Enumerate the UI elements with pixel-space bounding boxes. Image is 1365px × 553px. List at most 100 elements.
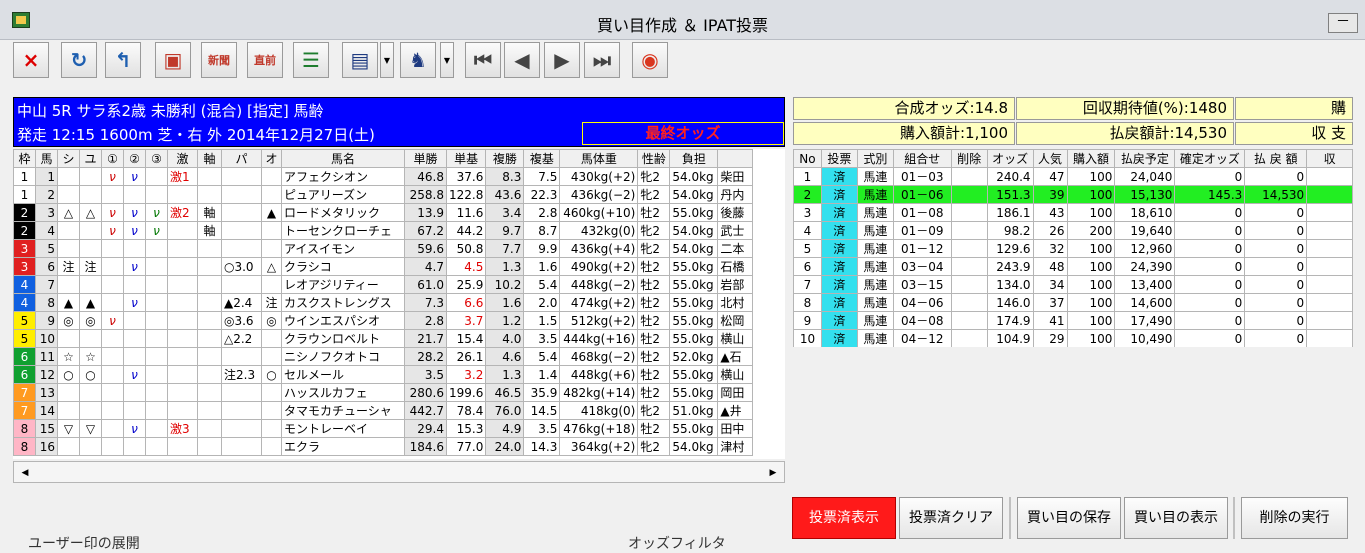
prev-button[interactable]: ◀ xyxy=(504,42,540,78)
refresh-button[interactable]: ↻ xyxy=(61,42,97,78)
expected-return: 回収期待値(%):1480 xyxy=(1016,97,1234,120)
column-header[interactable]: 確定オッズ xyxy=(1174,149,1246,168)
cell: 牡2 xyxy=(637,257,671,276)
column-header[interactable]: 負担 xyxy=(669,149,719,168)
column-header[interactable]: 払 戻 額 xyxy=(1244,149,1308,168)
table-row[interactable]: 8 15 ▽ ▽ ν 激3 モントレーベイ 29.4 15.3 4.9 3.5 476kg(+18) 牡… xyxy=(13,419,754,438)
column-header[interactable]: 馬名 xyxy=(281,149,405,168)
bet-row[interactable]: 3 済馬連 01－08 186.1 43 100 18,610 0 0 xyxy=(793,203,1353,222)
table-row[interactable]: 4 8 ▲ ▲ ν ▲2.4 注カスクストレングス 7.3 6.6 1.6 2.0 474kg(+2)… xyxy=(13,293,754,312)
bet-row[interactable]: 10 済馬連 04－12 104.9 29 100 10,490 0 0 xyxy=(793,329,1353,347)
horse-check-button[interactable]: ♞ xyxy=(400,42,436,78)
document-button[interactable]: ▤ xyxy=(342,42,378,78)
cell: 馬連 xyxy=(856,185,894,204)
table-row[interactable]: 5 9 ◎ ◎ ν ◎3.6 ◎ ウインエスパシオ 2.8 3.7 1.2 1.5 512kg(+2) 牡… xyxy=(13,311,754,330)
column-header[interactable]: 複基 xyxy=(523,149,561,168)
column-header[interactable]: オ xyxy=(261,149,282,168)
column-header[interactable]: 馬 xyxy=(35,149,58,168)
newspaper-button[interactable]: 新聞 xyxy=(201,42,237,78)
close-x-button[interactable]: × xyxy=(13,42,49,78)
table-row[interactable]: 8 16 エクラ 184.6 77.0 24.0 14.3 364kg(+2) 牝2 54.0kg… xyxy=(13,437,754,456)
table-row[interactable]: 3 5 アイスイモン 59.6 50.8 7.7 9.9 436kg(+4) 牝2 54.0kg 二… xyxy=(13,239,754,258)
column-header[interactable]: 式別 xyxy=(856,149,894,168)
cell: 8 xyxy=(13,437,36,456)
horse-logo-button[interactable]: ◉ xyxy=(632,42,668,78)
column-header[interactable]: 複勝 xyxy=(485,149,525,168)
next-button[interactable]: ▶ xyxy=(544,42,580,78)
cell: 54.0kg xyxy=(669,185,719,204)
horizontal-scrollbar[interactable]: ◀ ▶ xyxy=(13,461,785,483)
scroll-right-icon[interactable]: ▶ xyxy=(765,465,781,481)
cell xyxy=(1306,239,1353,258)
cell: 7.5 xyxy=(523,167,561,186)
column-header[interactable]: 投票 xyxy=(820,149,858,168)
screen-button[interactable]: ▣ xyxy=(155,42,191,78)
jikkyou-button[interactable]: 直前 xyxy=(247,42,283,78)
column-header[interactable]: 組合せ xyxy=(892,149,952,168)
column-header[interactable]: 単基 xyxy=(445,149,487,168)
column-header[interactable]: 激 xyxy=(167,149,198,168)
cell: 46.5 xyxy=(485,383,525,402)
numbered-list-button[interactable]: ☰ xyxy=(293,42,329,78)
cell: 104.9 xyxy=(986,329,1034,347)
dropdown-arrow-button[interactable]: ▼ xyxy=(380,42,394,78)
column-header[interactable]: 人気 xyxy=(1032,149,1068,168)
column-header[interactable]: 払戻予定 xyxy=(1114,149,1176,168)
bet-row[interactable]: 4 済馬連 01－09 98.2 26 200 19,640 0 0 xyxy=(793,221,1353,240)
table-row[interactable]: 2 3 △ △ ν ν ν 激2 軸 ▲ ロードメタリック 13.9 11.6 3.4 2.8 460kg(+… xyxy=(13,203,754,222)
column-header[interactable] xyxy=(717,149,754,168)
bet-row[interactable]: 6 済馬連 03－04 243.9 48 100 24,390 0 0 xyxy=(793,257,1353,276)
first-button[interactable]: ⏮ xyxy=(465,42,501,78)
scroll-left-icon[interactable]: ◀ xyxy=(17,465,33,481)
cell xyxy=(221,203,262,222)
table-row[interactable]: 6 12 ○ ○ ν 注2.3 ○ セルメール 3.5 3.2 1.3 1.4 448kg(+6) 牡2 5… xyxy=(13,365,754,384)
column-header[interactable]: No xyxy=(793,149,822,168)
bet-row[interactable]: 7 済馬連 03－15 134.0 34 100 13,400 0 0 xyxy=(793,275,1353,294)
bet-row[interactable]: 9 済馬連 04－08 174.9 41 100 17,490 0 0 xyxy=(793,311,1353,330)
voted-clear-button[interactable]: 投票済クリア xyxy=(899,497,1003,539)
table-row[interactable]: 1 1 ν ν 激1 アフェクシオン 46.8 37.6 8.3 7.5 430kg(+2) 牝2 54… xyxy=(13,167,754,186)
table-row[interactable]: 4 7 レオアジリティー 61.0 25.9 10.2 5.4 448kg(−2) 牡2 55.0… xyxy=(13,275,754,294)
column-header[interactable]: 単勝 xyxy=(404,149,447,168)
table-row[interactable]: 2 4 ν ν ν 軸トーセンクローチェ 67.2 44.2 9.7 8.7 432kg(0) 牝2 5… xyxy=(13,221,754,240)
bet-row[interactable]: 2 済馬連 01－06 151.3 39 100 15,130 145.3 14,530 xyxy=(793,185,1353,204)
column-header[interactable]: オッズ xyxy=(986,149,1034,168)
bet-row[interactable]: 1 済馬連 01－03 240.4 47 100 24,040 0 0 xyxy=(793,167,1353,186)
dropdown-arrow-button[interactable]: ▼ xyxy=(440,42,454,78)
save-bets-button[interactable]: 買い目の保存 xyxy=(1017,497,1121,539)
column-header[interactable]: 削除 xyxy=(950,149,988,168)
column-header[interactable]: ユ xyxy=(79,149,102,168)
cell: ▲ xyxy=(57,293,80,312)
last-button[interactable]: ⏭ xyxy=(584,42,620,78)
horse-name: ハッスルカフェ xyxy=(281,383,405,402)
column-header[interactable]: 購入額 xyxy=(1066,149,1116,168)
voted-show-button[interactable]: 投票済表示 xyxy=(792,497,896,539)
table-row[interactable]: 6 11 ☆ ☆ ニシノフクオトコ 28.2 26.1 4.6 5.4 468kg(−2) 牡2 52… xyxy=(13,347,754,366)
column-header[interactable]: 枠 xyxy=(13,149,36,168)
bet-row[interactable]: 8 済馬連 04－06 146.0 37 100 14,600 0 0 xyxy=(793,293,1353,312)
cell: ν xyxy=(101,311,124,330)
column-header[interactable]: ② xyxy=(123,149,146,168)
execute-delete-button[interactable]: 削除の実行 xyxy=(1241,497,1348,539)
table-row[interactable]: 5 10 △2.2 クラウンロベルト 21.7 15.4 4.0 3.5 444kg(+16) 牡… xyxy=(13,329,754,348)
cell xyxy=(221,185,262,204)
column-header[interactable]: 収 xyxy=(1306,149,1353,168)
table-row[interactable]: 7 13 ハッスルカフェ 280.6 199.6 46.5 35.9 482kg(+14) 牡2… xyxy=(13,383,754,402)
table-row[interactable]: 3 6 注注 ν ○3.0 △ クラシコ 4.7 4.5 1.3 1.6 490kg(+2) 牡2 55.… xyxy=(13,257,754,276)
cell: 55.0kg xyxy=(669,329,719,348)
show-bets-button[interactable]: 買い目の表示 xyxy=(1124,497,1228,539)
column-header[interactable]: シ xyxy=(57,149,80,168)
return-button[interactable]: ↰ xyxy=(105,42,141,78)
vertical-scrollbar[interactable] xyxy=(1354,44,1364,544)
table-row[interactable]: 7 14 タマモカチューシャ 442.7 78.4 76.0 14.5 418kg(0) 牝2 5… xyxy=(13,401,754,420)
column-header[interactable]: パ xyxy=(221,149,262,168)
column-header[interactable]: ③ xyxy=(145,149,168,168)
column-header[interactable]: 馬体重 xyxy=(559,149,639,168)
table-row[interactable]: 1 2 ピュアリーズン 258.8 122.8 43.6 22.3 436kg(−2) 牝2 54… xyxy=(13,185,754,204)
column-header[interactable]: 性齢 xyxy=(637,149,671,168)
column-header[interactable]: 軸 xyxy=(197,149,222,168)
minimize-button[interactable]: － xyxy=(1328,13,1358,33)
column-header[interactable]: ① xyxy=(101,149,124,168)
bet-row[interactable]: 5 済馬連 01－12 129.6 32 100 12,960 0 0 xyxy=(793,239,1353,258)
cell: 35.9 xyxy=(523,383,561,402)
